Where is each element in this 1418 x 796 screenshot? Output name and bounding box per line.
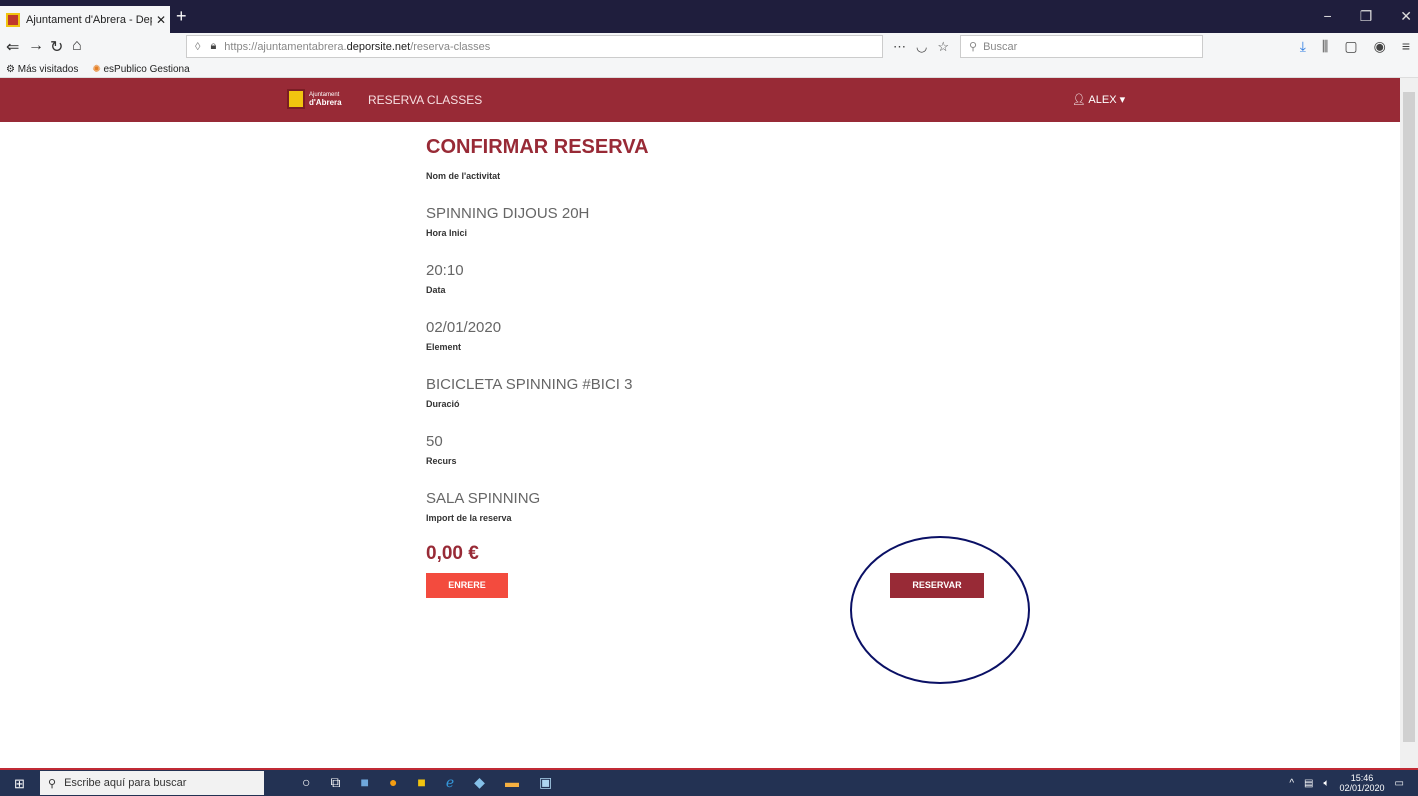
pocket-icon[interactable]: ◡ xyxy=(916,39,927,55)
taskbar-apps: ○ ⧉ ■ ● ■ ℯ ◆ ▬ ▣ xyxy=(302,774,552,791)
user-name: ALEX xyxy=(1088,94,1117,106)
url-path: /reserva-classes xyxy=(410,40,491,53)
user-icon: 👤︎ xyxy=(1072,94,1086,106)
app-icon-3[interactable]: ▣ xyxy=(539,774,552,791)
search-icon: ⚲ xyxy=(48,777,57,790)
browser-tab[interactable]: Ajuntament d'Abrera - DeporSi ✕ xyxy=(0,6,170,33)
minimize-icon[interactable]: − xyxy=(1324,8,1332,25)
volume-icon[interactable]: 🔈︎ xyxy=(1324,778,1330,789)
field-label-duration: Duració xyxy=(426,399,460,409)
windows-taskbar: ⊞ ⚲ Escribe aquí para buscar ○ ⧉ ■ ● ■ ℯ… xyxy=(0,768,1418,796)
lock-icon: 🔒︎ xyxy=(210,40,217,52)
shield-icon: ◊ xyxy=(195,40,201,53)
field-label-resource: Recurs xyxy=(426,456,457,466)
file-explorer-icon[interactable]: ▬ xyxy=(505,774,519,791)
app-icon-2[interactable]: ◆ xyxy=(474,774,485,791)
price-value: 0,00 € xyxy=(426,543,479,564)
coat-of-arms-icon xyxy=(287,89,305,109)
window-controls: − ❐ ✕ xyxy=(1324,8,1412,25)
bookmark-star-icon[interactable]: ☆ xyxy=(937,39,949,55)
site-favicon-icon xyxy=(6,12,20,27)
bookmarks-bar: ⚙ Más visitados ✺ esPublico Gestiona xyxy=(0,61,1418,78)
taskbar-search-placeholder: Escribe aquí para buscar xyxy=(64,777,187,789)
nav-link-reserva-classes[interactable]: RESERVA CLASSES xyxy=(368,93,482,107)
field-value-duration: 50 xyxy=(426,433,443,450)
field-label-start-time: Hora Inici xyxy=(426,228,468,238)
field-label-price: Import de la reserva xyxy=(426,513,512,523)
more-actions-icon[interactable]: ⋯ xyxy=(893,39,906,55)
url-bar[interactable]: ◊ 🔒︎ https://ajuntamentabrera. deporsite.… xyxy=(186,35,883,58)
notifications-icon[interactable]: ▭ xyxy=(1395,778,1404,789)
chevron-up-icon[interactable]: ^ xyxy=(1289,778,1294,789)
field-label-date: Data xyxy=(426,285,446,295)
windows-start-icon[interactable]: ⊞ xyxy=(14,776,25,792)
system-tray: ^ ▤ 🔈︎ 15:46 02/01/2020 ▭ xyxy=(1289,773,1404,793)
site-header: Ajuntament d'Abrera RESERVA CLASSES 👤︎ A… xyxy=(0,78,1400,122)
page-actions: ⋯ ◡ ☆ xyxy=(893,39,949,55)
bookmark-espublico[interactable]: ✺ esPublico Gestiona xyxy=(92,64,189,75)
browser-tab-strip: Ajuntament d'Abrera - DeporSi ✕ + − ❐ ✕ xyxy=(0,0,1418,33)
browser-navigation-bar: ⇐ → ↻ ⌂ ◊ 🔒︎ https://ajuntamentabrera. de… xyxy=(0,33,1418,61)
back-button[interactable]: ENRERE xyxy=(426,573,508,598)
tab-title: Ajuntament d'Abrera - DeporSi xyxy=(26,13,152,26)
search-icon: ⚲ xyxy=(969,41,978,53)
annotation-circle xyxy=(850,536,1030,684)
scrollbar-thumb[interactable] xyxy=(1403,92,1415,742)
field-value-element: BICICLETA SPINNING #BICI 3 xyxy=(426,376,633,393)
page-title: CONFIRMAR RESERVA xyxy=(426,136,649,158)
firefox-icon[interactable]: ● xyxy=(389,774,397,791)
edge-icon[interactable]: ℯ xyxy=(446,774,454,791)
app-icon[interactable]: ■ xyxy=(360,774,368,791)
home-icon[interactable]: ⌂ xyxy=(72,37,82,55)
search-placeholder: Buscar xyxy=(983,40,1018,53)
task-view-icon[interactable]: ⧉ xyxy=(330,774,340,791)
confirm-reservation-panel: CONFIRMAR RESERVA Nom de l'activitat SPI… xyxy=(426,136,649,565)
download-icon[interactable]: ⤓ xyxy=(1300,38,1306,55)
extension-icon[interactable]: ◉ xyxy=(1374,38,1386,55)
close-tab-icon[interactable]: ✕ xyxy=(152,13,170,27)
menu-icon[interactable]: ≡ xyxy=(1402,38,1410,55)
search-input[interactable]: ⚲ Buscar xyxy=(960,35,1203,58)
new-tab-button[interactable]: + xyxy=(176,6,187,26)
caret-down-icon: ▾ xyxy=(1119,94,1126,106)
taskbar-search-input[interactable]: ⚲ Escribe aquí para buscar xyxy=(40,771,264,795)
bookmark-most-visited[interactable]: ⚙ Más visitados xyxy=(6,64,78,75)
reload-icon[interactable]: ↻ xyxy=(50,37,63,57)
library-icon[interactable]: ⫼ xyxy=(1322,38,1328,55)
taskbar-clock[interactable]: 15:46 02/01/2020 xyxy=(1340,773,1385,793)
field-label-activity: Nom de l'activitat xyxy=(426,171,501,181)
field-label-element: Element xyxy=(426,342,462,352)
forward-arrow-icon[interactable]: → xyxy=(28,37,44,55)
site-logo[interactable]: Ajuntament d'Abrera xyxy=(287,89,342,109)
close-window-icon[interactable]: ✕ xyxy=(1400,8,1412,25)
user-menu[interactable]: 👤︎ ALEX ▾ xyxy=(1072,93,1125,106)
url-prefix: https://ajuntamentabrera. xyxy=(224,40,347,53)
field-value-start-time: 20:10 xyxy=(426,262,464,279)
logo-text-big: d'Abrera xyxy=(309,98,342,107)
cortana-icon[interactable]: ○ xyxy=(302,774,310,791)
clock-date: 02/01/2020 xyxy=(1339,783,1385,793)
field-value-activity: SPINNING DIJOUS 20H xyxy=(426,205,590,222)
url-domain: deporsite.net xyxy=(346,40,411,53)
field-value-resource: SALA SPINNING xyxy=(426,490,541,507)
clock-time: 15:46 xyxy=(1350,773,1374,783)
network-icon[interactable]: ▤ xyxy=(1304,778,1313,789)
restore-icon[interactable]: ❐ xyxy=(1360,8,1373,25)
toolbar-icons: ⤓ ⫼ ▢ ◉ ≡ xyxy=(1300,38,1410,55)
back-arrow-icon[interactable]: ⇐ xyxy=(6,37,19,57)
field-value-date: 02/01/2020 xyxy=(426,319,502,336)
app-folder-icon[interactable]: ■ xyxy=(417,774,425,791)
sidebar-icon[interactable]: ▢ xyxy=(1344,38,1357,55)
